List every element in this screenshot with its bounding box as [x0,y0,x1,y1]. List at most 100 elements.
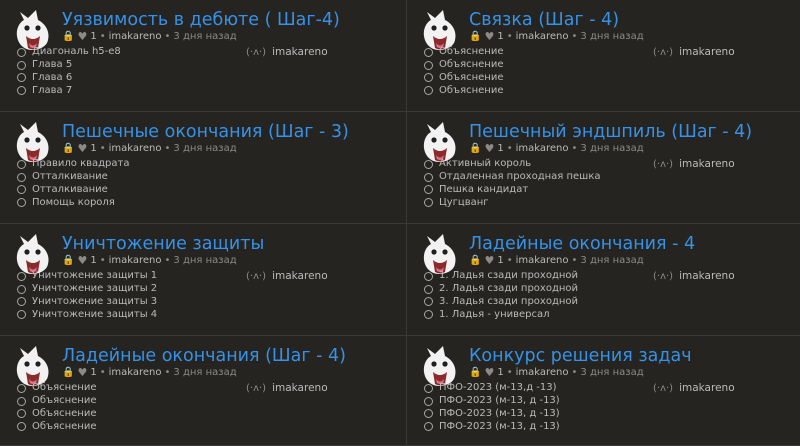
circle-icon [424,60,433,70]
chapter-item[interactable]: Объяснение [17,382,97,395]
chapter-item[interactable]: Уничтожение защиты 4 [17,308,157,321]
chapter-list: ПФО-2023 (м-13,д -13) ПФО-2023 (м-13, д … [424,382,560,433]
circle-icon [424,383,433,393]
chapter-item[interactable]: Диагональ h5-e8 [17,46,121,59]
circle-icon [424,73,433,83]
chapter-item[interactable]: ПФО-2023 (м-13, д -13) [424,395,560,408]
owner-name: imakareno [515,367,569,378]
heart-icon: ♥ [484,30,495,43]
chapter-list: 1. Ладья сзади проходной 2. Ладья сзади … [424,270,578,321]
antenna-icon: (·ᴧ·) [653,46,674,58]
study-member[interactable]: (·ᴧ·) imakareno [246,46,328,58]
study-time: 3 дня назад [173,367,237,378]
circle-icon [424,185,433,195]
study-member[interactable]: (·ᴧ·) imakareno [246,270,328,282]
chapter-item[interactable]: Отталкивание [17,184,129,197]
chapter-item[interactable]: Объяснение [17,408,97,421]
chapter-item[interactable]: Правило квадрата [17,158,129,171]
chapter-item[interactable]: 1. Ладья сзади проходной [424,270,578,283]
study-card[interactable]: Пешечные окончания (Шаг - 3) 🔒 ♥ 1 • ima… [0,112,407,224]
chapter-list: Уничтожение защиты 1 Уничтожение защиты … [17,270,157,321]
chapter-item[interactable]: Помощь короля [17,196,129,209]
chapter-item[interactable]: Объяснение [424,72,504,85]
study-title[interactable]: Уничтожение защиты [62,232,264,256]
study-meta: 🔒 ♥ 1 • imakareno • 3 дня назад [62,254,237,267]
study-member[interactable]: (·ᴧ·) imakareno [653,270,735,282]
heart-icon: ♥ [484,254,495,267]
study-title[interactable]: Ладейные окончания (Шаг - 4) [62,344,346,368]
circle-icon [17,172,26,182]
chapter-item[interactable]: Объяснение [424,84,504,97]
chapter-item[interactable]: Отдаленная проходная пешка [424,171,601,184]
chapter-item[interactable]: 1. Ладья - универсал [424,308,578,321]
chapter-item[interactable]: Уничтожение защиты 2 [17,283,157,296]
chapter-item[interactable]: Активный король [424,158,601,171]
study-time: 3 дня назад [173,255,237,266]
study-card[interactable]: Уничтожение защиты 🔒 ♥ 1 • imakareno • 3… [0,224,407,336]
circle-icon [17,47,26,57]
antenna-icon: (·ᴧ·) [653,382,674,394]
chapter-list: Активный король Отдаленная проходная пеш… [424,158,601,209]
circle-icon [17,422,26,432]
chapter-item[interactable]: Пешка кандидат [424,184,601,197]
chapter-item[interactable]: Глава 5 [17,59,121,72]
study-card[interactable]: Ладейные окончания (Шаг - 4) 🔒 ♥ 1 • ima… [0,336,407,446]
lock-icon: 🔒 [469,143,482,154]
study-meta: 🔒 ♥ 1 • imakareno • 3 дня назад [62,366,237,379]
chapter-item[interactable]: ПФО-2023 (м-13, д -13) [424,420,560,433]
lock-icon: 🔒 [62,143,75,154]
study-title[interactable]: Ладейные окончания - 4 [469,232,695,256]
chapter-item[interactable]: Объяснение [17,395,97,408]
circle-icon [17,409,26,419]
lock-icon: 🔒 [62,31,75,42]
chapter-item[interactable]: Объяснение [424,59,504,72]
study-member[interactable]: (·ᴧ·) imakareno [653,158,735,170]
study-card[interactable]: Конкурс решения задач 🔒 ♥ 1 • imakareno … [407,336,800,446]
circle-icon [424,297,433,307]
antenna-icon: (·ᴧ·) [653,270,674,282]
likes-count: 1 [497,31,504,42]
study-time: 3 дня назад [580,143,644,154]
study-card[interactable]: Ладейные окончания - 4 🔒 ♥ 1 • imakareno… [407,224,800,336]
chapter-item[interactable]: Уничтожение защиты 1 [17,270,157,283]
study-title[interactable]: Связка (Шаг - 4) [469,8,619,32]
chapter-item[interactable]: Глава 6 [17,72,121,85]
chapter-item[interactable]: Объяснение [17,420,97,433]
study-member[interactable]: (·ᴧ·) imakareno [653,46,735,58]
chapter-item[interactable]: 2. Ладья сзади проходной [424,283,578,296]
antenna-icon: (·ᴧ·) [653,158,674,170]
study-meta: 🔒 ♥ 1 • imakareno • 3 дня назад [62,142,237,155]
chapter-item[interactable]: 3. Ладья сзади проходной [424,296,578,309]
chapter-list: Объяснение Объяснение Объяснение Объясне… [424,46,504,97]
heart-icon: ♥ [77,254,88,267]
circle-icon [424,271,433,281]
chapter-item[interactable]: ПФО-2023 (м-13, д -13) [424,408,560,421]
study-card[interactable]: Уязвимость в дебюте ( Шаг-4) 🔒 ♥ 1 • ima… [0,0,407,112]
likes-count: 1 [90,255,97,266]
study-card[interactable]: Связка (Шаг - 4) 🔒 ♥ 1 • imakareno • 3 д… [407,0,800,112]
circle-icon [424,198,433,208]
chapter-item[interactable]: Уничтожение защиты 3 [17,296,157,309]
chapter-list: Диагональ h5-e8 Глава 5 Глава 6 Глава 7 [17,46,121,97]
lock-icon: 🔒 [469,367,482,378]
owner-name: imakareno [108,143,162,154]
chapter-item[interactable]: ПФО-2023 (м-13,д -13) [424,382,560,395]
chapter-item[interactable]: Отталкивание [17,171,129,184]
chapter-item[interactable]: Объяснение [424,46,504,59]
study-title[interactable]: Конкурс решения задач [469,344,692,368]
owner-name: imakareno [515,255,569,266]
study-time: 3 дня назад [173,143,237,154]
circle-icon [17,60,26,70]
study-member[interactable]: (·ᴧ·) imakareno [246,382,328,394]
study-title[interactable]: Уязвимость в дебюте ( Шаг-4) [62,8,340,32]
study-member[interactable]: (·ᴧ·) imakareno [653,382,735,394]
study-card[interactable]: Пешечный эндшпиль (Шаг - 4) 🔒 ♥ 1 • imak… [407,112,800,224]
circle-icon [424,409,433,419]
chapter-item[interactable]: Глава 7 [17,84,121,97]
study-meta: 🔒 ♥ 1 • imakareno • 3 дня назад [469,366,644,379]
study-title[interactable]: Пешечные окончания (Шаг - 3) [62,120,349,144]
chapter-item[interactable]: Цугцванг [424,196,601,209]
circle-icon [424,86,433,96]
owner-name: imakareno [515,143,569,154]
study-title[interactable]: Пешечный эндшпиль (Шаг - 4) [469,120,752,144]
